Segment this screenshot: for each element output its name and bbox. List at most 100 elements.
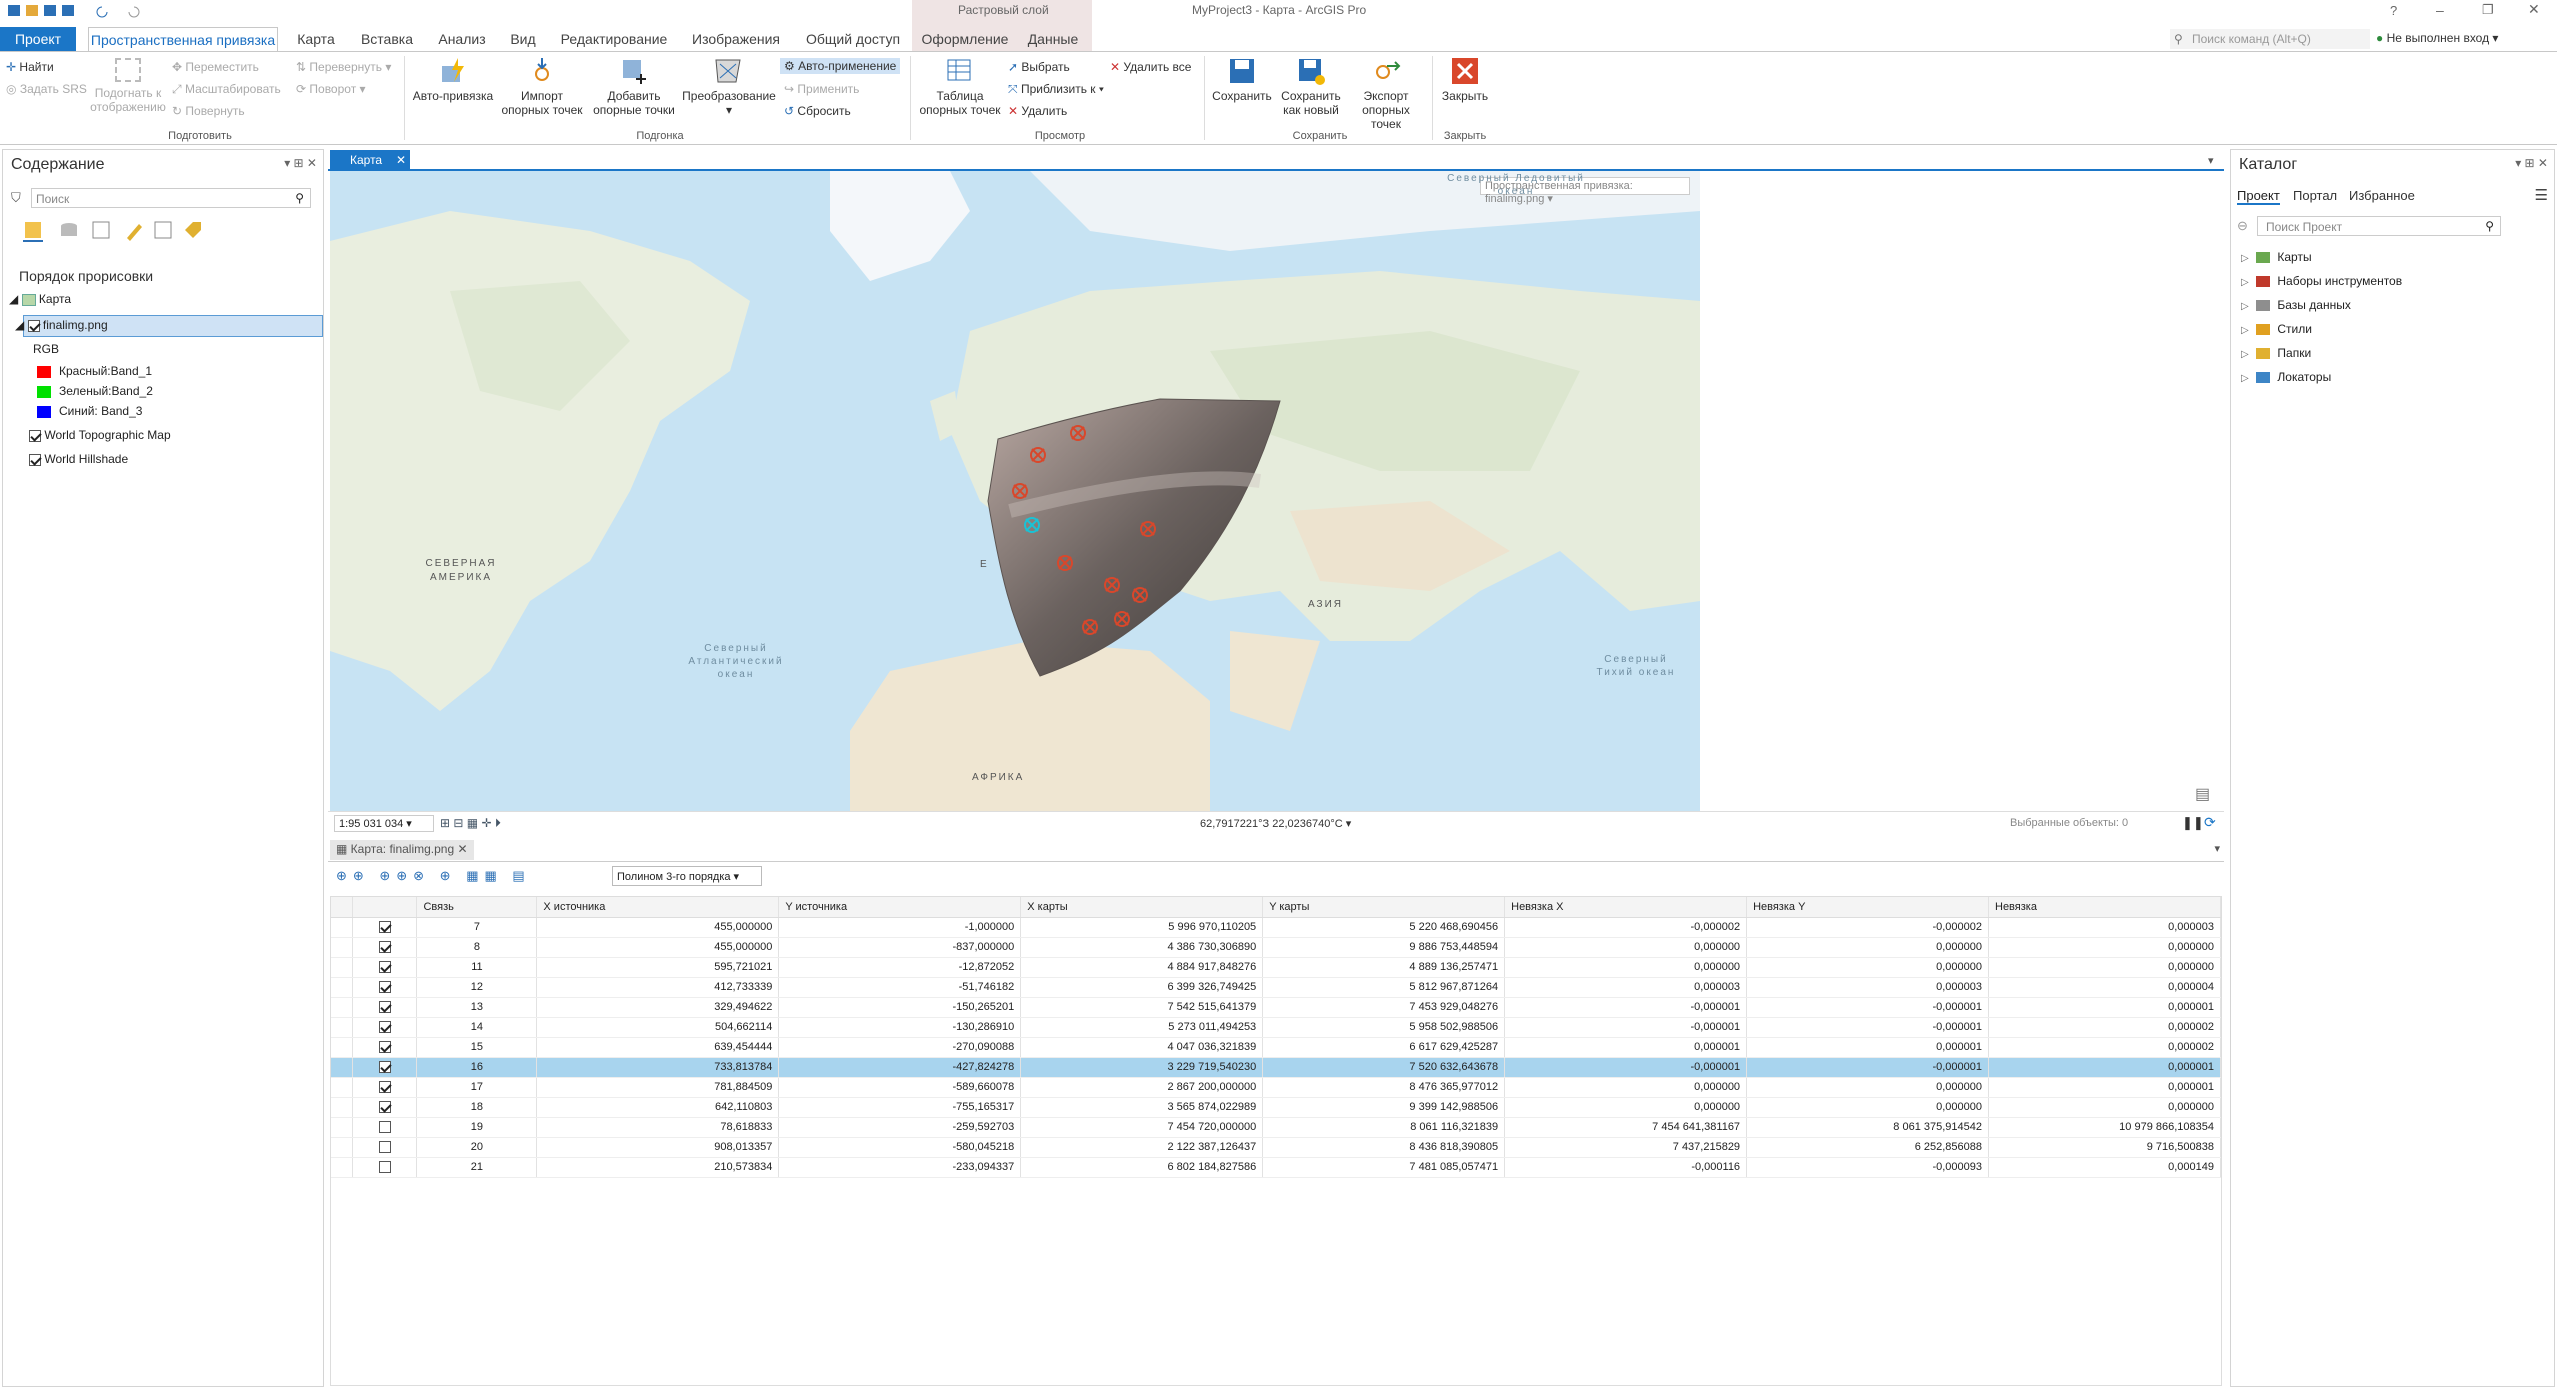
col-header[interactable]: Y источника [778, 897, 1022, 918]
link-checkbox-box[interactable] [378, 1041, 391, 1054]
link-checkbox[interactable] [352, 937, 418, 958]
row-selector[interactable] [331, 957, 354, 978]
link-checkbox[interactable] [352, 1097, 418, 1118]
link-checkbox-box[interactable] [378, 1141, 391, 1154]
catalog-tab-favorites[interactable]: Избранное [2349, 188, 2415, 203]
expand-icon[interactable]: ▷ [2241, 373, 2249, 384]
topo-checkbox[interactable] [29, 429, 41, 442]
auto-georeference-button[interactable]: Авто-привязка [408, 56, 498, 103]
minimize-icon[interactable]: – [2436, 2, 2444, 18]
tree-map[interactable]: ◢ Карта [9, 292, 71, 306]
link-checkbox[interactable] [352, 1037, 418, 1058]
col-header[interactable]: Невязка Y [1746, 897, 1989, 918]
table-row[interactable]: 15 639,454444 -270,090088 4 047 036,321839 6… [331, 1037, 2221, 1058]
link-checkbox[interactable] [352, 1057, 418, 1078]
col-header[interactable]: Y карты [1262, 897, 1506, 918]
table-tool-icons[interactable]: ⊕⊕ ⊕⊕⊗ ⊕ ▦▦ ▤ [336, 868, 531, 884]
tab-view[interactable]: Вид [502, 27, 544, 51]
catalog-menu-icon[interactable]: ☰ [2535, 186, 2548, 204]
row-selector[interactable] [331, 1017, 354, 1038]
transformation-dropdown[interactable]: Преобразование ▾ [680, 56, 778, 117]
col-header[interactable]: Невязка [1988, 897, 2221, 918]
row-selector[interactable] [331, 937, 354, 958]
help-button[interactable]: ? [2390, 3, 2397, 18]
overview-icon[interactable]: ▤ [2195, 784, 2210, 804]
restore-icon[interactable]: ❐ [2482, 2, 2494, 18]
table-row[interactable]: 8 455,000000 -837,000000 4 386 730,306890 9 … [331, 937, 2221, 958]
selection-icon[interactable] [92, 221, 110, 239]
table-row[interactable]: 11 595,721021 -12,872052 4 884 917,848276 4 … [331, 957, 2221, 978]
link-checkbox[interactable] [352, 1137, 418, 1158]
set-srs-button[interactable]: ◎ Задать SRS [6, 82, 87, 96]
tab-menu-chevron-icon[interactable]: ▾ [2208, 154, 2214, 167]
pane-controls[interactable]: ▾ ⊞ ✕ [2515, 156, 2548, 170]
expand-icon[interactable]: ▷ [2241, 277, 2249, 288]
reset-button[interactable]: ↺ Сбросить [784, 104, 851, 118]
labeling-icon[interactable] [185, 222, 201, 238]
row-selector[interactable] [331, 1137, 354, 1158]
quick-access-toolbar[interactable] [8, 4, 178, 18]
table-row[interactable]: 13 329,494622 -150,265201 7 542 515,641379 7… [331, 997, 2221, 1018]
link-checkbox[interactable] [352, 1017, 418, 1038]
table-tab[interactable]: ▦ Карта: finalimg.png ✕ [330, 840, 474, 860]
row-selector[interactable] [331, 1117, 354, 1138]
save-as-new-button[interactable]: Сохранить как новый [1276, 56, 1346, 117]
contents-search-input[interactable]: Поиск ⚲ [31, 188, 311, 208]
filter-icon[interactable]: ⛉ [11, 190, 21, 206]
move-button[interactable]: ✥ Переместить [172, 60, 259, 74]
col-header[interactable]: X источника [536, 897, 780, 918]
table-menu-chevron-icon[interactable]: ▾ [2214, 842, 2220, 855]
catalog-item[interactable]: ▷ Стили [2241, 322, 2402, 346]
delete-button[interactable]: ✕ Удалить [1008, 104, 1067, 118]
tab-georeference[interactable]: Пространственная привязка [88, 27, 278, 51]
expand-icon[interactable]: ▷ [2241, 253, 2249, 264]
table-row[interactable]: 14 504,662114 -130,286910 5 273 011,494253 5… [331, 1017, 2221, 1038]
table-row[interactable]: 16 733,813784 -427,824278 3 229 719,540230 7… [331, 1057, 2221, 1078]
expand-icon[interactable]: ▷ [2241, 349, 2249, 360]
source-icon[interactable] [61, 223, 77, 236]
col-header[interactable]: Невязка X [1504, 897, 1748, 918]
layer-checkbox[interactable] [27, 319, 40, 332]
link-checkbox[interactable] [352, 957, 418, 978]
table-row[interactable]: 19 78,618833 -259,592703 7 454 720,000000 8 … [331, 1117, 2221, 1138]
tab-share[interactable]: Общий доступ [798, 27, 908, 51]
import-gcp-button[interactable]: Импорт опорных точек [496, 56, 588, 117]
row-selector[interactable] [331, 1037, 354, 1058]
tab-insert[interactable]: Вставка [352, 27, 422, 51]
zoom-to-button[interactable]: ⤧ Приблизить к ▾ [1008, 82, 1104, 97]
link-checkbox-box[interactable] [378, 1121, 391, 1134]
link-checkbox-box[interactable] [378, 1021, 391, 1034]
tab-analysis[interactable]: Анализ [432, 27, 492, 51]
catalog-search-input[interactable]: Поиск Проект ⚲ [2257, 216, 2501, 236]
table-row[interactable]: 12 412,733339 -51,746182 6 399 326,749425 5 … [331, 977, 2221, 998]
pause-icon[interactable]: ❚❚ [2182, 815, 2204, 831]
expand-icon[interactable]: ▷ [2241, 325, 2249, 336]
delete-all-button[interactable]: ✕ Удалить все [1110, 60, 1191, 74]
transformation-select[interactable]: Полином 3-го порядка ▾ [612, 866, 762, 886]
tab-imagery[interactable]: Изображения [684, 27, 788, 51]
editing-icon[interactable] [127, 224, 142, 241]
catalog-item[interactable]: ▷ Карты [2241, 250, 2402, 274]
link-checkbox[interactable] [352, 917, 418, 938]
catalog-item[interactable]: ▷ Локаторы [2241, 370, 2402, 394]
row-selector[interactable] [331, 1097, 354, 1118]
table-row[interactable]: 20 908,013357 -580,045218 2 122 387,126437 8… [331, 1137, 2221, 1158]
pane-controls[interactable]: ▾ ⊞ ✕ [284, 156, 317, 170]
tab-project[interactable]: Проект [0, 27, 76, 51]
drawing-order-icon[interactable] [23, 222, 43, 242]
snapping-icon[interactable] [154, 221, 172, 239]
tree-topo[interactable]: World Topographic Map [29, 428, 171, 442]
back-icon[interactable]: ⊖ [2237, 218, 2248, 234]
close-georef-button[interactable]: Закрыть [1436, 56, 1494, 103]
tab-data[interactable]: Данные [1022, 27, 1084, 51]
flip-dropdown[interactable]: ⇅ Перевернуть ▾ [296, 60, 391, 74]
catalog-item[interactable]: ▷ Папки [2241, 346, 2402, 370]
row-selector[interactable] [331, 977, 354, 998]
map-canvas[interactable]: Пространственная привязка: finalimg.png … [330, 171, 1700, 811]
scale-button[interactable]: ⤢ Масштабировать [172, 82, 281, 97]
col-header[interactable]: Связь [416, 897, 538, 918]
catalog-tab-portal[interactable]: Портал [2293, 188, 2337, 203]
link-checkbox-box[interactable] [378, 981, 391, 994]
catalog-item[interactable]: ▷ Базы данных [2241, 298, 2402, 322]
row-selector[interactable] [331, 997, 354, 1018]
